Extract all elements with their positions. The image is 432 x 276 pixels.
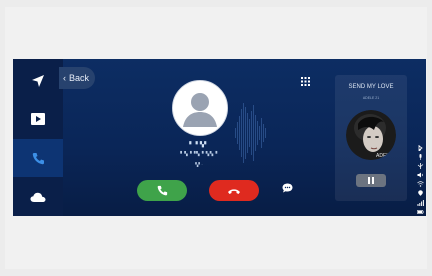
now-playing-card[interactable]: SEND MY LOVE ADELE 21 ADELE (335, 75, 407, 201)
phone-hangup-icon (228, 188, 240, 194)
sidebar-item-weather[interactable] (13, 178, 63, 216)
mic-status-icon (417, 147, 424, 160)
album-cover: ADELE (346, 110, 396, 160)
cloud-icon (30, 192, 46, 202)
pause-button[interactable] (356, 174, 386, 187)
call-status: ▚▘· (195, 162, 203, 167)
keypad-icon[interactable] (301, 77, 310, 86)
sidebar-item-media[interactable] (13, 100, 63, 138)
sidebar (13, 59, 63, 216)
back-label: Back (69, 73, 90, 83)
media-play-icon (31, 113, 45, 125)
song-artist: ADELE 21 (362, 96, 380, 100)
phone-icon (32, 152, 44, 164)
usb-status-icon (417, 156, 424, 169)
carplay-screen: ‹ Back ▘▝ ▚▘ ▘▚▝▝▚ ▘▚▚▝ ▚▘· SEND MY LOVE… (13, 59, 426, 216)
pause-icon (368, 177, 374, 184)
signal-status-icon (417, 193, 424, 206)
caller-name: ▘▝ ▚▘ (189, 142, 209, 148)
chevron-left-icon: ‹ (63, 73, 66, 83)
navigation-arrow-icon (32, 75, 44, 87)
caller-avatar (172, 80, 228, 136)
sidebar-item-phone[interactable] (13, 139, 63, 177)
end-call-button[interactable] (209, 180, 259, 201)
song-title: SEND MY LOVE (348, 84, 394, 90)
phone-answer-icon (157, 185, 167, 196)
location-status-icon (417, 183, 424, 196)
answer-button[interactable] (137, 180, 187, 201)
caller-number: ▘▚▝▝▚ ▘▚▚▝ (180, 151, 218, 156)
battery-status-icon (417, 202, 424, 215)
message-icon[interactable] (282, 183, 293, 193)
back-button[interactable]: ‹ Back (59, 67, 95, 89)
wifi-status-icon (417, 174, 424, 187)
status-bar (415, 137, 426, 216)
audio-waveform (235, 97, 293, 169)
sidebar-item-navigation[interactable] (13, 62, 63, 100)
person-icon (173, 81, 227, 135)
volume-status-icon (417, 165, 424, 178)
svg-text:ADELE: ADELE (376, 153, 393, 159)
bluetooth-status-icon (417, 138, 424, 152)
